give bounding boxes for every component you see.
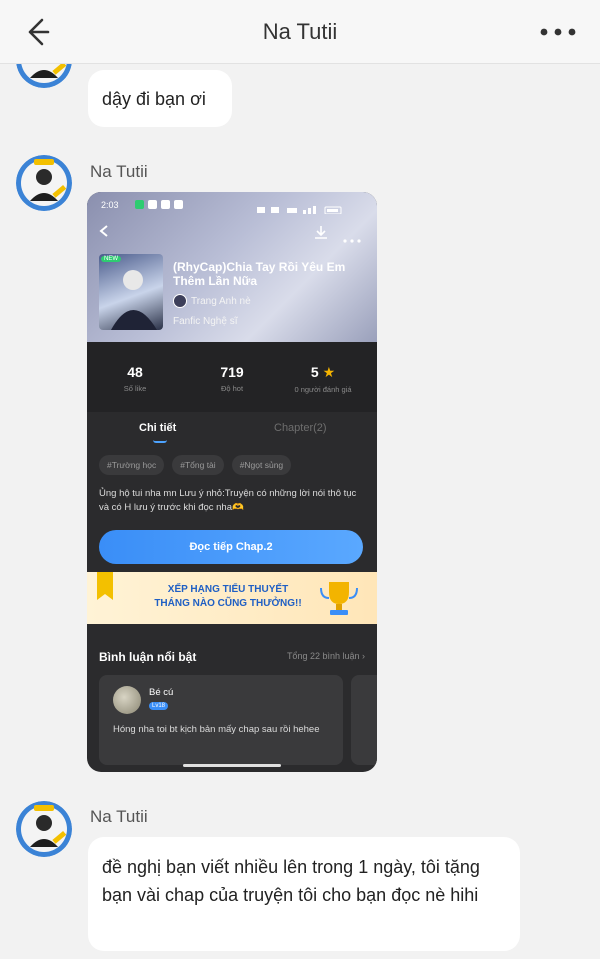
screenshot-download-icon	[313, 224, 329, 240]
message-bubble[interactable]: dậy đi bạn ơi	[88, 70, 232, 127]
comments-title: Bình luận nổi bật	[99, 650, 197, 664]
commenter-avatar	[113, 686, 141, 714]
status-app-icons	[135, 200, 183, 209]
tag-chip: #Ngọt sủng	[231, 455, 292, 475]
stat-label: Độ hot	[220, 384, 244, 393]
tag-chip: #Trường học	[99, 455, 165, 475]
comments-total: Tổng 22 bình luận ›	[286, 651, 365, 661]
screenshot-back-icon	[97, 224, 111, 238]
chat-title: Na Tutii	[262, 19, 338, 44]
ribbon-icon	[95, 572, 115, 602]
stat-label: 0 người đánh giá	[294, 385, 352, 394]
commenter-name: Bé cú	[149, 687, 174, 698]
stat-hot: 719 Độ hot	[184, 364, 280, 393]
message-text: đề nghị bạn viết nhiều lên trong 1 ngày,…	[102, 857, 480, 905]
tag-list: #Trường học #Tổng tài #Ngọt sủng	[99, 455, 292, 475]
detail-tabs	[87, 412, 377, 452]
stat-label: Số like	[123, 384, 147, 393]
stat-likes: 48 Số like	[87, 364, 183, 393]
screenshot-more-icon	[343, 230, 361, 243]
novel-genre: Fanfic Nghệ sĩ	[173, 316, 238, 327]
stat-rating: 5 ★ 0 người đánh giá	[275, 364, 371, 394]
novel-cover: NEW	[99, 254, 163, 330]
trophy-icon	[317, 578, 361, 618]
sender-avatar[interactable]	[16, 801, 72, 857]
stat-value: 48	[127, 364, 143, 380]
banner-line-1: XẾP HẠNG TIỂU THUYẾT	[167, 584, 289, 595]
stat-value: 5	[310, 364, 319, 380]
more-options-icon[interactable]	[538, 20, 582, 44]
chat-header: Na Tutii	[0, 0, 600, 64]
star-icon: ★	[322, 364, 336, 380]
comment-text: Hóng nha toi bt kịch bản mấy chap sau rồ…	[113, 724, 320, 735]
tag-chip: #Tổng tài	[172, 455, 224, 475]
banner-text: XẾP HẠNG TIỂU THUYẾT THÁNG NÀO CŨNG THƯỞ…	[143, 583, 313, 611]
banner-line-2: THÁNG NÀO CŨNG THƯỞNG!!	[154, 598, 302, 609]
tab-indicator	[153, 440, 167, 443]
stat-value: 719	[220, 364, 244, 380]
status-time: 2:03	[101, 200, 119, 210]
author-avatar	[173, 294, 187, 308]
comment-card-next	[351, 675, 377, 765]
sender-name: Na Tutii	[90, 162, 148, 181]
author-row: Trang Anh nè	[173, 294, 251, 308]
continue-reading-button: Đọc tiếp Chap.2	[99, 530, 363, 564]
home-indicator	[183, 764, 281, 767]
author-name: Trang Anh nè	[191, 295, 251, 307]
commenter-level-badge: Lv18	[149, 702, 169, 710]
tab-detail: Chi tiết	[139, 422, 177, 434]
message-bubble[interactable]: đề nghị bạn viết nhiều lên trong 1 ngày,…	[88, 837, 520, 951]
shared-screenshot-image[interactable]: 2:03 NEW (RhyCap)Chia Tay Rồi Yêu Em Thê…	[87, 192, 377, 772]
sender-avatar[interactable]	[16, 155, 72, 211]
novel-title: (RhyCap)Chia Tay Rồi Yêu Em Thêm Lần Nữa	[173, 260, 346, 288]
tab-chapters: Chapter(2)	[274, 422, 327, 434]
sender-name: Na Tutii	[90, 807, 148, 826]
message-text: dậy đi bạn ơi	[102, 89, 206, 109]
novel-description: Ủng hộ tui nha mn Lưu ý nhỏ:Truyện có nh…	[99, 488, 357, 513]
status-system-icons	[257, 201, 347, 215]
